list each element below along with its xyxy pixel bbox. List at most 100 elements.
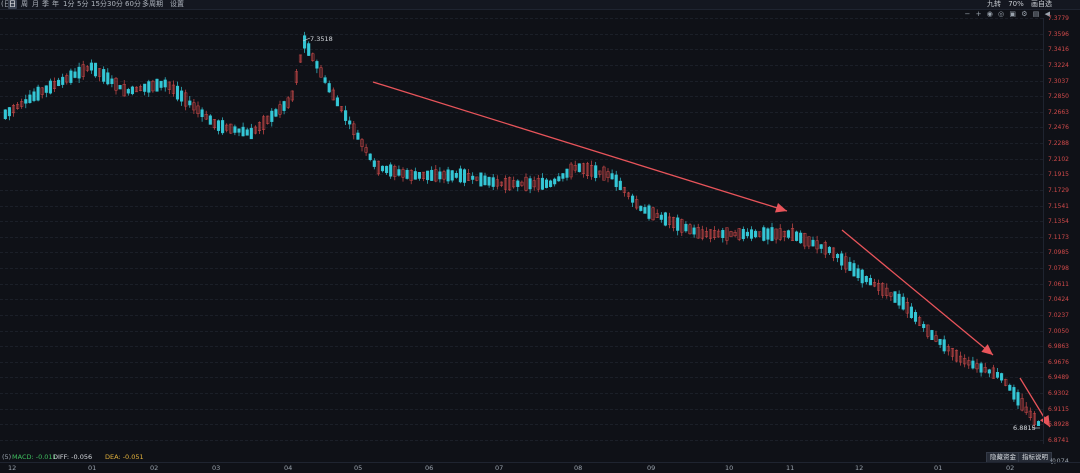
macd-value: MACD: -0.011 [12,453,57,461]
candle-body [676,217,680,231]
candle-body [795,231,799,241]
candle-body [221,120,225,134]
candle-body [868,277,872,286]
price-tick-label: 7.3037 [1048,77,1069,85]
trend-arrow-2 [841,229,994,356]
candle-body [610,173,614,180]
candle-body [372,160,376,167]
candle-body [147,81,151,93]
price-tick-label: 7.2102 [1048,155,1069,163]
time-axis: 12 01 02 03 04 05 06 07 08 09 10 11 12 01 02 [0,462,1080,473]
candle-body [487,176,491,186]
candle-body [430,169,434,181]
price-tick-label: 7.3779 [1048,15,1069,22]
candle-body [614,174,618,188]
candle-body [389,164,393,177]
macd-prefix: (5) [2,453,12,461]
candle-body [446,169,450,182]
candle-body [897,293,901,306]
price-tick-label: 7.2288 [1048,140,1069,148]
price-tick-label: 7.2663 [1048,108,1069,116]
candle-body [827,246,831,254]
candle-body [922,324,926,329]
time-tick-label: 12 [8,464,17,472]
diff-value: DIFF: -0.056 [53,453,93,461]
candle-body [663,212,667,226]
candle-body [438,171,442,180]
price-chart[interactable] [0,0,1080,472]
candle-body [979,363,983,373]
candle-body [245,129,249,136]
candle-body [483,175,487,186]
candle-body [971,360,975,369]
candle-body [159,80,163,88]
candle-body [561,173,565,179]
candle-body [549,180,553,187]
candle-body [454,173,458,178]
price-tick-label: 7.1729 [1048,186,1069,194]
candle-body [749,229,754,239]
time-tick-label: 02 [1006,464,1015,472]
candle-body [819,244,823,249]
candle-body [516,180,520,187]
candle-body [643,207,647,214]
time-tick-label: 09 [647,464,656,472]
price-axis: 7.3779 7.3596 7.3416 7.3224 7.3037 7.2850 7.26… [1043,15,1080,444]
price-tick-label: 7.2850 [1048,93,1069,101]
candle-body [848,261,852,271]
price-tick-label: 7.1354 [1048,218,1069,226]
candle-body [397,169,401,176]
candle-body [836,254,840,259]
price-tick-label: 7.1915 [1048,171,1069,179]
price-tick-label: 6.8928 [1048,421,1069,429]
dea-value: DEA: -0.051 [105,453,144,461]
candle-body [1016,392,1020,406]
candle-body [28,94,32,103]
candle-body [856,268,860,279]
price-tick-label: 6.9115 [1048,405,1069,413]
candle-body [1008,384,1012,391]
candle-body [565,168,569,178]
candle-body [1012,387,1016,400]
candle-body [741,228,745,240]
low-price-label: 6.8815 [1013,424,1036,432]
candle-body [126,89,130,94]
price-tick-label: 7.0798 [1048,265,1069,273]
candle-body [102,69,106,82]
candle-body [684,223,688,232]
candle-body [274,109,278,117]
candle-body [282,101,286,111]
time-tick-label: 04 [284,464,293,472]
candle-body [799,232,803,244]
candle-body [344,110,348,121]
candle-body [852,263,856,277]
candle-body [307,43,311,56]
price-tick-label: 6.9489 [1048,374,1069,382]
candle-body [208,115,212,125]
candle-body [528,178,532,190]
time-tick-label: 01 [88,464,97,472]
candle-body [188,100,192,106]
candle-body [864,276,868,283]
price-tick-label: 7.0237 [1048,311,1069,319]
price-tick-label: 6.9302 [1048,390,1069,398]
candle-body [130,86,134,95]
candle-body [426,170,430,181]
candle-body [106,72,110,85]
candle-body [348,120,352,125]
time-tick-label: 03 [212,464,221,472]
time-tick-label: 10 [725,464,734,472]
candle-body [491,177,495,187]
candle-body [368,153,372,160]
candle-body [811,239,815,247]
time-tick-label: 01 [934,464,943,472]
candle-body [143,83,147,92]
candle-body [450,170,454,181]
candle-body [270,110,274,122]
candle-body [462,169,467,183]
candle-body [323,77,327,83]
candle-body [48,80,52,94]
candle-body [89,62,93,71]
candle-body [692,227,696,235]
candle-body [647,205,651,219]
